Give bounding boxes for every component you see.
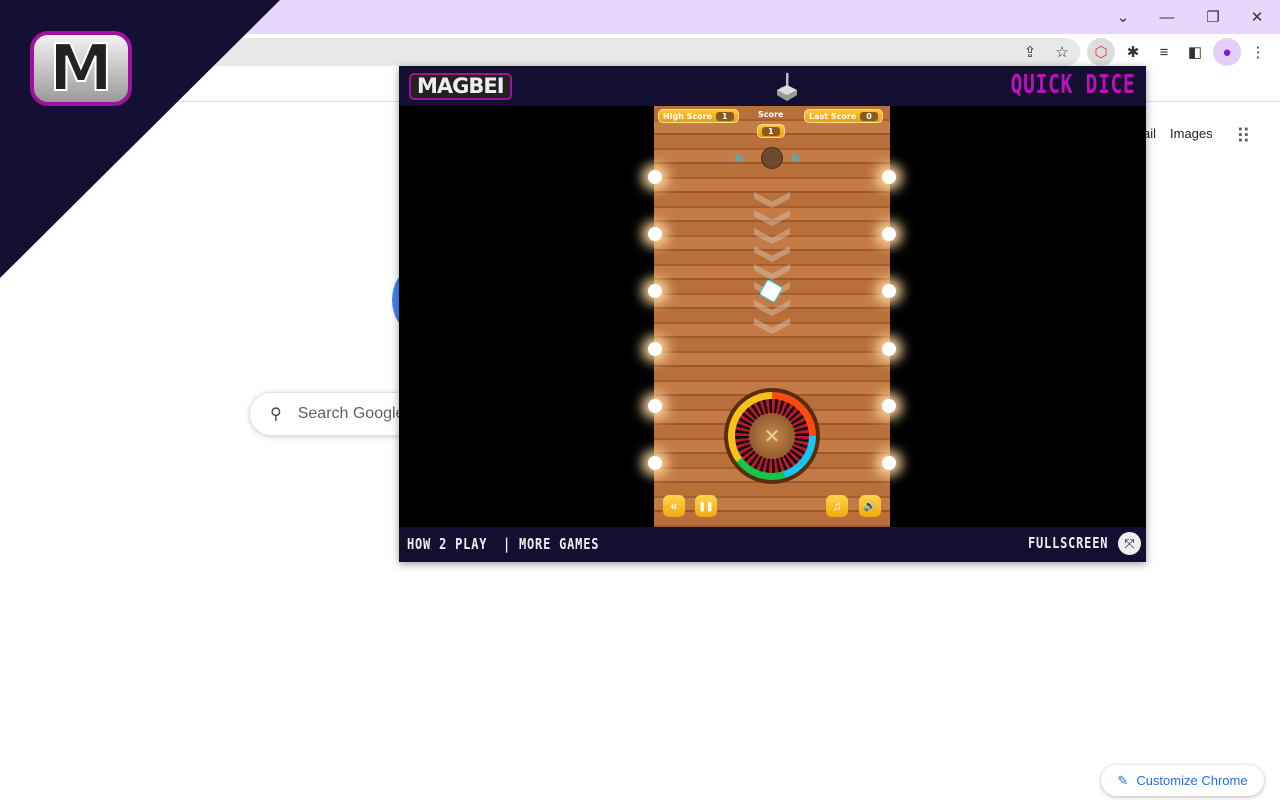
star-icon[interactable]: ☆ (1048, 38, 1076, 66)
lamp (882, 456, 896, 470)
score-label: Score (758, 110, 784, 119)
customize-chrome-button[interactable]: ✎ Customize Chrome (1101, 765, 1264, 796)
magbei-logo[interactable]: MAGBEI (409, 73, 512, 100)
lamp (648, 342, 662, 356)
roulette-hub: ✕ (749, 413, 795, 459)
close-button[interactable]: ✕ (1234, 0, 1280, 34)
high-score-badge: High Score 1 (658, 109, 739, 123)
lamp (648, 170, 662, 184)
chevron-down-icon (754, 228, 790, 244)
game-title: QUICK DICE (1011, 70, 1136, 100)
magbei-m-logo: M (30, 31, 132, 107)
chevron-down-icon (754, 246, 790, 262)
lamp (882, 170, 896, 184)
last-score-badge: Last Score 0 (804, 109, 883, 123)
dice-extension-icon[interactable]: ⬡ (1087, 38, 1115, 66)
lamp (648, 399, 662, 413)
roulette-wheel: ✕ (724, 388, 820, 484)
footer-divider: | (503, 535, 512, 553)
extension-popup: MAGBEI QUICK DICE High Score 1 Score 1 La… (399, 66, 1146, 562)
profile-icon[interactable]: ● (1213, 38, 1241, 66)
more-games-link[interactable]: MORE GAMES (519, 535, 599, 553)
sound-button[interactable]: 🔊 (859, 495, 881, 517)
fullscreen-link[interactable]: FULLSCREEN (1028, 534, 1108, 552)
lamp (882, 227, 896, 241)
minimize-button[interactable]: — (1144, 0, 1190, 34)
popup-footer: HOW 2 PLAY | MORE GAMES FULLSCREEN ⤧ (399, 527, 1146, 562)
dice (758, 278, 784, 304)
pencil-icon: ✎ (1117, 772, 1129, 788)
fullscreen-icon[interactable]: ⤧ (1118, 532, 1141, 555)
search-icon: ⚲ (270, 406, 282, 423)
pause-button[interactable]: ❚❚ (695, 495, 717, 517)
menu-icon[interactable]: ⋮ (1244, 38, 1272, 66)
game-canvas[interactable]: High Score 1 Score 1 Last Score 0 » « ✕ « … (648, 106, 896, 527)
popup-header: MAGBEI QUICK DICE (399, 66, 1146, 106)
score-value: 1 (757, 124, 785, 138)
dice-target-hole (761, 147, 783, 169)
right-arrow-icon: » (734, 149, 743, 166)
music-button[interactable]: ♫ (826, 495, 848, 517)
images-link[interactable]: Images (1170, 126, 1213, 141)
chevron-down-icon (754, 192, 790, 208)
chevron-down-icon (754, 264, 790, 280)
search-placeholder: Search Google (297, 405, 405, 422)
media-queue-icon[interactable]: ≡ (1150, 38, 1178, 66)
roulette-numbers: ✕ (735, 399, 809, 473)
lamp (648, 456, 662, 470)
restore-button[interactable]: ❐ (1190, 0, 1236, 34)
joystick-icon (777, 73, 797, 101)
lamp (882, 342, 896, 356)
lamp (882, 284, 896, 298)
customize-label: Customize Chrome (1136, 773, 1248, 788)
tab-search-button[interactable]: ⌄ (1100, 0, 1146, 34)
lamp (648, 227, 662, 241)
puzzle-extensions-icon[interactable]: ✱ (1119, 38, 1147, 66)
share-icon[interactable]: ⇪ (1016, 38, 1044, 66)
lamp (648, 284, 662, 298)
back-button[interactable]: « (663, 495, 685, 517)
apps-grid-icon[interactable]: ⠿ (1236, 124, 1251, 149)
chevron-down-icon (754, 318, 790, 334)
left-arrow-icon: « (791, 149, 800, 166)
side-panel-icon[interactable]: ◧ (1181, 38, 1209, 66)
how-to-play-link[interactable]: HOW 2 PLAY (407, 535, 487, 553)
lamp (882, 399, 896, 413)
chevron-down-icon (754, 210, 790, 226)
